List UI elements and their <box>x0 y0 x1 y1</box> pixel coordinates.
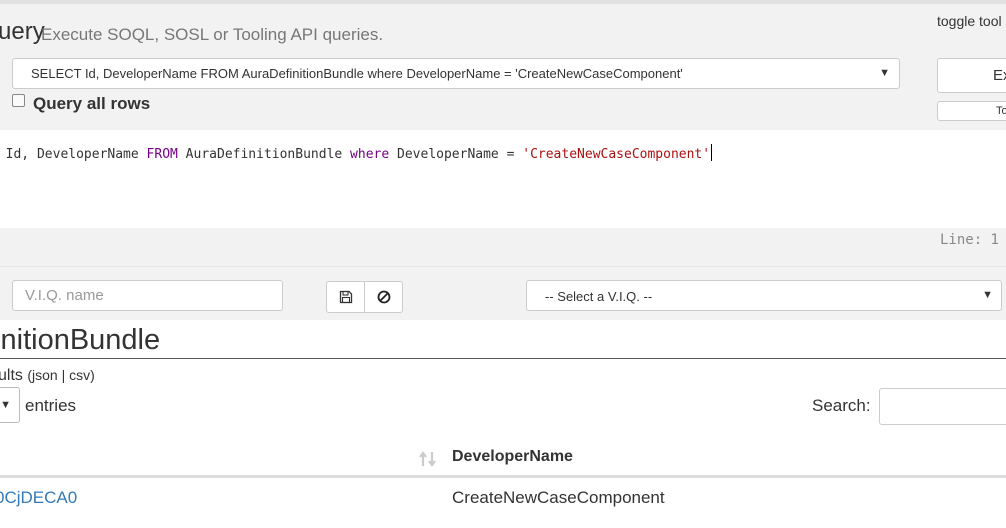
column-header-developername[interactable]: DeveloperName <box>452 448 573 466</box>
editor-status-bar: Line: 1 <box>0 228 1006 266</box>
record-id-link[interactable]: 0CjDECA0 <box>0 488 77 508</box>
saved-query-select[interactable]: SELECT Id, DeveloperName FROM AuraDefini… <box>12 58 900 89</box>
results-label: ults <box>0 367 28 384</box>
code-token-keyword: where <box>350 147 390 162</box>
chevron-down-icon: ▼ <box>0 399 11 411</box>
results-export-line: ults (json | csv) <box>0 367 95 385</box>
search-label: Search: <box>812 396 871 415</box>
execute-button-label: Ex <box>993 67 1006 84</box>
chevron-down-icon: ▼ <box>982 289 993 301</box>
export-csv-link[interactable]: csv <box>69 367 90 383</box>
format-close: ) <box>90 367 95 383</box>
query-all-rows-checkbox[interactable] <box>12 94 25 107</box>
chevron-down-icon: ▼ <box>879 67 890 79</box>
result-object-title: finitionBundle <box>0 324 161 356</box>
page-subtitle: Execute SOQL, SOSL or Tooling API querie… <box>41 25 384 44</box>
code-token-keyword: FROM <box>146 147 178 162</box>
search-input[interactable] <box>879 388 1006 425</box>
tools-button-label: To <box>996 105 1006 117</box>
page-title: uery <box>0 18 45 45</box>
clear-viq-button[interactable] <box>364 281 403 313</box>
developer-name-cell: CreateNewCaseComponent <box>452 488 665 507</box>
entries-per-page-select[interactable]: ▼ <box>0 387 20 423</box>
code-token-plain: DeveloperName = <box>389 147 523 162</box>
viq-select[interactable]: -- Select a V.I.Q. -- ▼ <box>526 280 1002 311</box>
query-editor[interactable]: ' Id, DeveloperName FROM AuraDefinitionB… <box>0 135 1006 228</box>
viq-select-value: -- Select a V.I.Q. -- <box>545 289 653 304</box>
export-json-link[interactable]: json <box>32 367 58 383</box>
saved-query-value: SELECT Id, DeveloperName FROM AuraDefini… <box>31 66 683 81</box>
line-indicator: Line: 1 <box>939 232 999 248</box>
toggle-tools-link[interactable]: toggle tool <box>937 13 1002 29</box>
format-separator: | <box>57 367 70 383</box>
sort-icon[interactable] <box>418 449 438 474</box>
ban-icon <box>377 290 390 304</box>
code-token-plain: AuraDefinitionBundle <box>177 147 351 162</box>
query-all-rows-label[interactable]: Query all rows <box>33 94 150 114</box>
save-icon <box>339 290 352 304</box>
save-viq-button[interactable] <box>326 281 365 313</box>
code-token-plain: ' Id, DeveloperName <box>0 147 147 162</box>
execute-button[interactable]: Ex <box>937 58 1006 93</box>
text-cursor <box>711 144 713 161</box>
entries-label: entries <box>25 396 77 415</box>
divider <box>0 358 1006 359</box>
viq-name-input[interactable] <box>12 280 283 311</box>
viq-toolbar: -- Select a V.I.Q. -- ▼ <box>0 266 1006 320</box>
tools-button[interactable]: To <box>937 101 1006 121</box>
editor-line[interactable]: ' Id, DeveloperName FROM AuraDefinitionB… <box>0 144 713 162</box>
code-token-string: 'CreateNewCaseComponent' <box>522 147 711 162</box>
